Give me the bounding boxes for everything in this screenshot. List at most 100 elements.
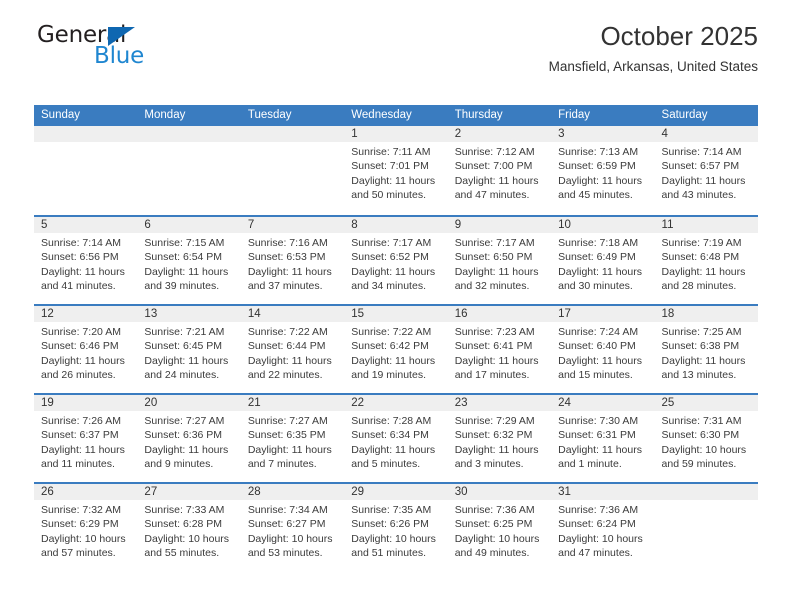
calendar-day-cell[interactable]: 14 Sunrise: 7:22 AM Sunset: 6:44 PM Dayligh…: [240, 306, 345, 393]
day-number: 29: [344, 484, 448, 500]
day-number: 9: [447, 217, 552, 233]
calendar-day-cell[interactable]: 10 Sunrise: 7:18 AM Sunset: 6:49 PM Dayligh…: [551, 217, 655, 304]
daylight-text: Daylight: 11 hours and 13 minutes.: [661, 354, 746, 382]
day-details: Sunrise: 7:17 AM Sunset: 6:50 PM Daylight:…: [448, 233, 551, 294]
daylight-text: Daylight: 11 hours and 7 minutes.: [247, 443, 332, 471]
calendar-day-cell[interactable]: 13 Sunrise: 7:21 AM Sunset: 6:45 PM Dayligh…: [137, 306, 241, 393]
calendar-day-cell[interactable]: 3 Sunrise: 7:13 AM Sunset: 6:59 PM Daylight…: [551, 126, 655, 215]
logo-text-blue: Blue: [94, 43, 145, 69]
calendar-day-cell[interactable]: 16 Sunrise: 7:23 AM Sunset: 6:41 PM Dayligh…: [447, 306, 552, 393]
calendar-day-cell[interactable]: 21 Sunrise: 7:27 AM Sunset: 6:35 PM Dayligh…: [240, 395, 345, 482]
sunrise-text: Sunrise: 7:36 AM: [558, 504, 639, 516]
sunset-text: Sunset: 6:38 PM: [661, 340, 740, 353]
page-header: General Blue October 2025 Mansfield, Ark…: [34, 0, 758, 76]
day-number: 15: [344, 306, 448, 322]
calendar-day-cell[interactable]: 6 Sunrise: 7:15 AM Sunset: 6:54 PM Daylight…: [137, 217, 241, 304]
day-details: Sunrise: 7:32 AM Sunset: 6:29 PM Daylight:…: [34, 500, 137, 561]
calendar-day-cell[interactable]: 26 Sunrise: 7:32 AM Sunset: 6:29 PM Dayligh…: [34, 484, 138, 571]
day-number: 30: [447, 484, 552, 500]
calendar-week-row: 12 Sunrise: 7:20 AM Sunset: 6:46 PM Dayligh…: [34, 304, 758, 393]
calendar-week-row: 19 Sunrise: 7:26 AM Sunset: 6:37 PM Dayligh…: [34, 393, 758, 482]
sunrise-text: Sunrise: 7:32 AM: [41, 504, 121, 516]
calendar-day-cell[interactable]: 20 Sunrise: 7:27 AM Sunset: 6:36 PM Dayligh…: [137, 395, 241, 482]
sunrise-text: Sunrise: 7:27 AM: [247, 415, 328, 427]
sunset-text: Sunset: 6:25 PM: [454, 518, 533, 531]
day-number: [34, 126, 138, 142]
calendar-day-cell[interactable]: 28 Sunrise: 7:34 AM Sunset: 6:27 PM Dayligh…: [240, 484, 345, 571]
sunset-text: Sunset: 6:30 PM: [661, 429, 740, 442]
daylight-text: Daylight: 11 hours and 26 minutes.: [41, 354, 125, 382]
sunrise-text: Sunrise: 7:33 AM: [144, 504, 225, 516]
day-details: Sunrise: 7:30 AM Sunset: 6:31 PM Daylight:…: [551, 411, 654, 472]
sunset-text: Sunset: 6:41 PM: [454, 340, 533, 353]
day-number: 17: [551, 306, 655, 322]
day-number: 22: [344, 395, 448, 411]
sunset-text: Sunset: 6:42 PM: [351, 340, 429, 353]
calendar-day-cell[interactable]: 23 Sunrise: 7:29 AM Sunset: 6:32 PM Dayligh…: [447, 395, 552, 482]
calendar-day-cell[interactable]: 30 Sunrise: 7:36 AM Sunset: 6:25 PM Dayligh…: [447, 484, 552, 571]
calendar-day-cell[interactable]: 12 Sunrise: 7:20 AM Sunset: 6:46 PM Dayligh…: [34, 306, 138, 393]
sunset-text: Sunset: 6:44 PM: [247, 340, 326, 353]
daylight-text: Daylight: 11 hours and 22 minutes.: [247, 354, 332, 382]
day-of-week-header-sunday: Sunday: [41, 109, 81, 121]
calendar-day-cell[interactable]: 2 Sunrise: 7:12 AM Sunset: 7:00 PM Daylight…: [447, 126, 552, 215]
day-details: Sunrise: 7:23 AM Sunset: 6:41 PM Daylight:…: [448, 322, 551, 383]
calendar-day-cell[interactable]: 11 Sunrise: 7:19 AM Sunset: 6:48 PM Dayligh…: [654, 217, 758, 304]
sunset-text: Sunset: 6:32 PM: [454, 429, 533, 442]
title-block: October 2025 Mansfield, Arkansas, United…: [549, 21, 758, 76]
day-number: 18: [654, 306, 758, 322]
day-number: [137, 126, 241, 142]
day-number: [240, 126, 345, 142]
day-details: Sunrise: 7:27 AM Sunset: 6:35 PM Daylight:…: [241, 411, 344, 472]
calendar-day-cell[interactable]: 5 Sunrise: 7:14 AM Sunset: 6:56 PM Daylight…: [34, 217, 138, 304]
calendar-day-cell[interactable]: 1 Sunrise: 7:11 AM Sunset: 7:01 PM Daylight…: [344, 126, 448, 215]
sunrise-text: Sunrise: 7:14 AM: [41, 237, 121, 249]
day-of-week-header-row: Sunday Monday Tuesday Wednesday Thursday Frid…: [34, 105, 758, 126]
day-number: 5: [34, 217, 138, 233]
day-details: Sunrise: 7:31 AM Sunset: 6:30 PM Daylight:…: [655, 411, 758, 472]
sunset-text: Sunset: 6:50 PM: [454, 251, 533, 264]
calendar-day-cell[interactable]: 9 Sunrise: 7:17 AM Sunset: 6:50 PM Daylight…: [447, 217, 552, 304]
calendar-day-cell[interactable]: 18 Sunrise: 7:25 AM Sunset: 6:38 PM Dayligh…: [654, 306, 758, 393]
sunrise-text: Sunrise: 7:15 AM: [144, 237, 225, 249]
day-number: 16: [447, 306, 552, 322]
day-details: Sunrise: 7:27 AM Sunset: 6:36 PM Daylight:…: [137, 411, 240, 472]
daylight-text: Daylight: 10 hours and 57 minutes.: [41, 532, 126, 560]
sunset-text: Sunset: 6:57 PM: [661, 160, 740, 173]
sunset-text: Sunset: 6:53 PM: [247, 251, 326, 264]
sunrise-text: Sunrise: 7:27 AM: [144, 415, 225, 427]
calendar-day-cell[interactable]: 19 Sunrise: 7:26 AM Sunset: 6:37 PM Dayligh…: [34, 395, 138, 482]
calendar-grid: Sunday Monday Tuesday Wednesday Thursday Frid…: [34, 105, 758, 571]
calendar-day-cell[interactable]: 29 Sunrise: 7:35 AM Sunset: 6:26 PM Dayligh…: [344, 484, 448, 571]
sunrise-text: Sunrise: 7:36 AM: [454, 504, 535, 516]
day-details: Sunrise: 7:14 AM Sunset: 6:56 PM Daylight:…: [34, 233, 137, 294]
sunrise-text: Sunrise: 7:23 AM: [454, 326, 535, 338]
sunrise-text: Sunrise: 7:35 AM: [351, 504, 432, 516]
calendar-cell-empty: [654, 484, 758, 571]
day-number: 11: [654, 217, 758, 233]
day-number: 2: [447, 126, 552, 142]
sunrise-text: Sunrise: 7:22 AM: [247, 326, 328, 338]
calendar-day-cell[interactable]: 17 Sunrise: 7:24 AM Sunset: 6:40 PM Dayligh…: [551, 306, 655, 393]
sunset-text: Sunset: 6:48 PM: [661, 251, 740, 264]
daylight-text: Daylight: 11 hours and 1 minute.: [558, 443, 642, 471]
day-number: 10: [551, 217, 655, 233]
calendar-day-cell[interactable]: 4 Sunrise: 7:14 AM Sunset: 6:57 PM Daylight…: [654, 126, 758, 215]
calendar-day-cell[interactable]: 15 Sunrise: 7:22 AM Sunset: 6:42 PM Dayligh…: [344, 306, 448, 393]
calendar-day-cell[interactable]: 27 Sunrise: 7:33 AM Sunset: 6:28 PM Dayligh…: [137, 484, 241, 571]
calendar-day-cell[interactable]: 31 Sunrise: 7:36 AM Sunset: 6:24 PM Dayligh…: [551, 484, 655, 571]
calendar-day-cell[interactable]: 8 Sunrise: 7:17 AM Sunset: 6:52 PM Daylight…: [344, 217, 448, 304]
day-details: Sunrise: 7:25 AM Sunset: 6:38 PM Daylight:…: [655, 322, 758, 383]
daylight-text: Daylight: 11 hours and 28 minutes.: [661, 265, 746, 293]
day-of-week-header-thursday: Thursday: [454, 109, 503, 121]
sunset-text: Sunset: 6:24 PM: [558, 518, 636, 531]
sunrise-text: Sunrise: 7:28 AM: [351, 415, 432, 427]
calendar-day-cell[interactable]: 7 Sunrise: 7:16 AM Sunset: 6:53 PM Daylight…: [240, 217, 345, 304]
day-number: 1: [344, 126, 448, 142]
calendar-day-cell[interactable]: 22 Sunrise: 7:28 AM Sunset: 6:34 PM Dayligh…: [344, 395, 448, 482]
calendar-day-cell[interactable]: 25 Sunrise: 7:31 AM Sunset: 6:30 PM Dayligh…: [654, 395, 758, 482]
calendar-day-cell[interactable]: 24 Sunrise: 7:30 AM Sunset: 6:31 PM Dayligh…: [551, 395, 655, 482]
day-details: Sunrise: 7:22 AM Sunset: 6:42 PM Daylight:…: [344, 322, 447, 383]
daylight-text: Daylight: 11 hours and 32 minutes.: [454, 265, 539, 293]
day-details: Sunrise: 7:26 AM Sunset: 6:37 PM Daylight:…: [34, 411, 137, 472]
